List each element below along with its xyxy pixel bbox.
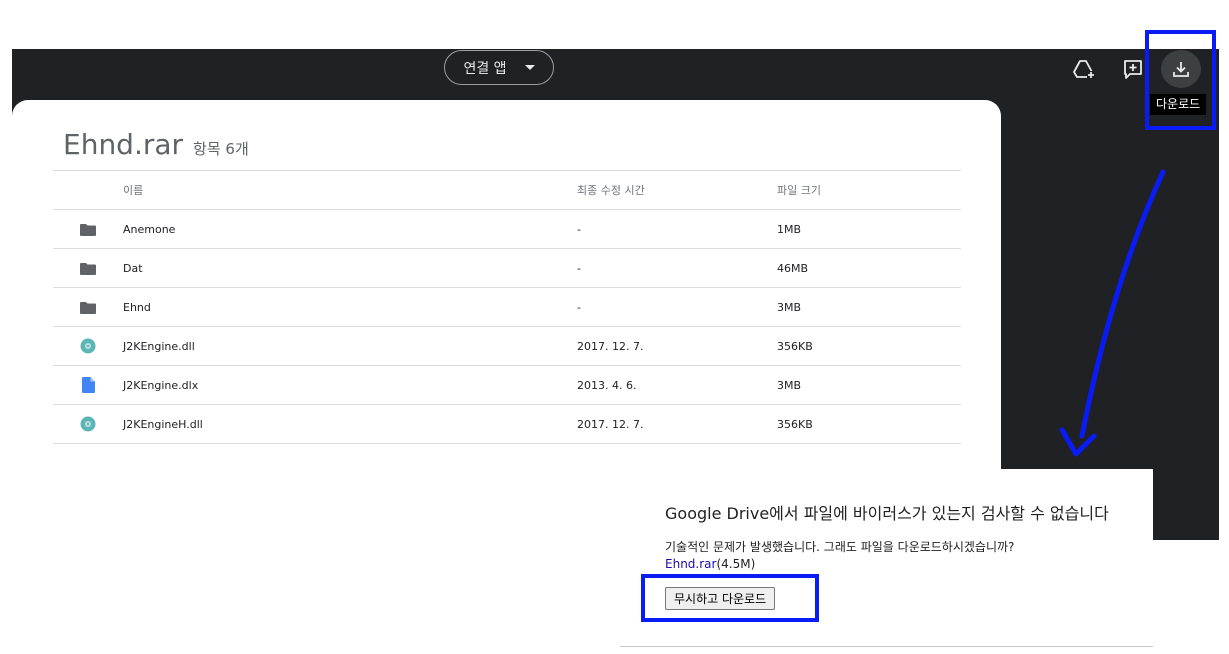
download-highlight-box	[1145, 30, 1216, 130]
warning-message: 기술적인 문제가 발생했습니다. 그래도 파일을 다운로드하시겠습니까?	[665, 540, 1015, 554]
caret-down-icon	[524, 65, 535, 70]
item-count: 항목 6개	[193, 140, 249, 158]
file-size: 1MB	[777, 209, 961, 249]
warning-file-info: Ehnd.rar(4.5M)	[665, 557, 755, 571]
file-modified: 2013. 4. 6.	[577, 365, 777, 405]
file-modified: -	[577, 248, 777, 288]
file-name: J2KEngine.dll	[123, 326, 577, 366]
file-size: 46MB	[777, 248, 961, 288]
disc-icon	[80, 416, 96, 432]
file-table: 이름 최종 수정 시간 파일 크기 Anemone - 1MB Dat - 46…	[53, 170, 961, 444]
table-row[interactable]: Ehnd - 3MB	[53, 287, 961, 327]
table-row[interactable]: Dat - 46MB	[53, 248, 961, 288]
open-with-label: 연결 앱	[463, 60, 507, 77]
file-modified: -	[577, 287, 777, 327]
name-column-header: 이름	[123, 170, 577, 210]
annotation-arrow-icon	[1059, 169, 1166, 457]
file-modified: 2017. 12. 7.	[577, 326, 777, 366]
folder-icon	[80, 262, 96, 275]
file-name: J2KEngine.dlx	[123, 365, 577, 405]
add-to-drive-icon[interactable]	[1068, 53, 1100, 85]
icon-column-header	[53, 170, 123, 210]
file-size: 3MB	[777, 287, 961, 327]
folder-icon	[80, 301, 96, 314]
file-size: 356KB	[777, 404, 961, 444]
file-link[interactable]: Ehnd.rar	[665, 557, 716, 571]
drive-viewer: 연결 앱 다운로드 Ehnd.rar 항목 6개 이름 최종 수정 시간 파일 …	[12, 49, 1219, 540]
table-header-row: 이름 최종 수정 시간 파일 크기	[53, 170, 961, 210]
file-name: J2KEngineH.dll	[123, 404, 577, 444]
table-row[interactable]: J2KEngineH.dll 2017. 12. 7. 356KB	[53, 404, 961, 444]
file-name: Anemone	[123, 209, 577, 249]
file-size: 356KB	[777, 326, 961, 366]
file-modified: -	[577, 209, 777, 249]
file-size: (4.5M)	[716, 557, 756, 571]
folder-icon	[80, 223, 96, 236]
table-row[interactable]: Anemone - 1MB	[53, 209, 961, 249]
archive-header: Ehnd.rar 항목 6개	[63, 128, 249, 161]
open-with-button[interactable]: 연결 앱	[444, 50, 554, 85]
archive-name: Ehnd.rar	[63, 128, 184, 161]
warning-title: Google Drive에서 파일에 바이러스가 있는지 검사할 수 없습니다	[665, 504, 1109, 523]
modified-column-header: 최종 수정 시간	[577, 170, 777, 210]
disc-icon	[80, 338, 96, 354]
download-anyway-highlight-box	[641, 574, 819, 622]
file-size: 3MB	[777, 365, 961, 405]
document-icon	[81, 377, 95, 393]
file-name: Dat	[123, 248, 577, 288]
size-column-header: 파일 크기	[777, 170, 961, 210]
table-row[interactable]: J2KEngine.dlx 2013. 4. 6. 3MB	[53, 365, 961, 405]
file-modified: 2017. 12. 7.	[577, 404, 777, 444]
table-row[interactable]: J2KEngine.dll 2017. 12. 7. 356KB	[53, 326, 961, 366]
file-name: Ehnd	[123, 287, 577, 327]
